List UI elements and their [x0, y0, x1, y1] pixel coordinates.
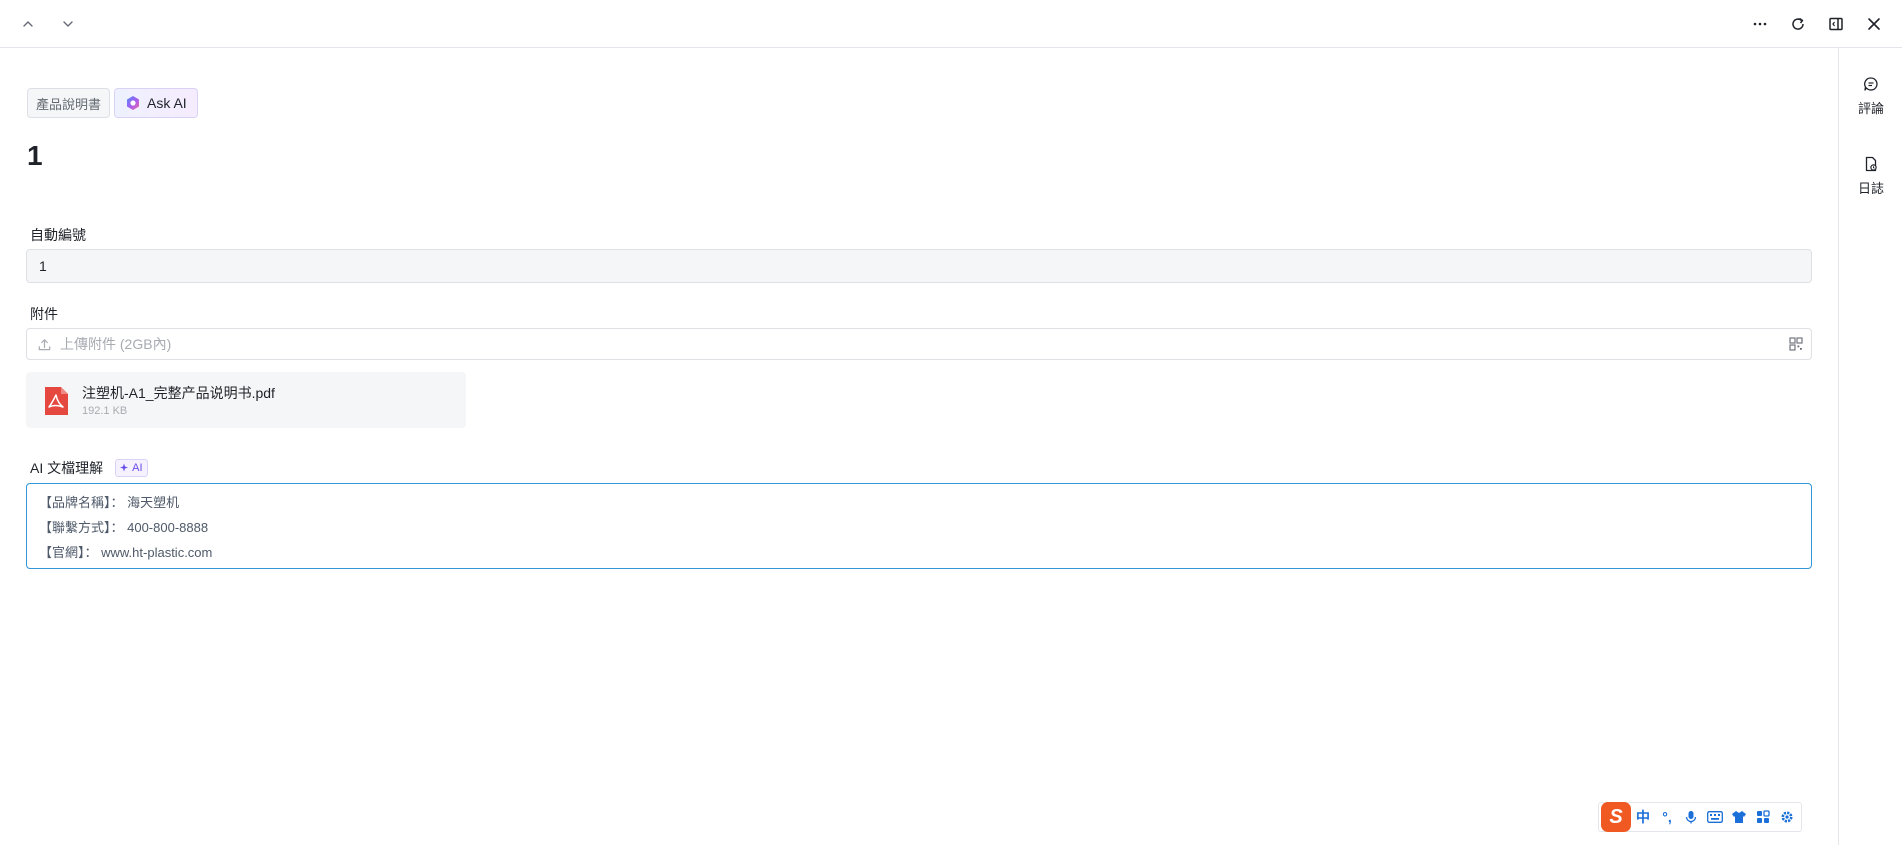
- settings-gear-icon[interactable]: [1775, 805, 1799, 829]
- pdf-file-icon: [45, 387, 68, 415]
- ai-text-line-contact: 【聯繫方式】： 400-800-8888: [39, 520, 209, 535]
- file-size: 192.1 KB: [82, 405, 128, 417]
- qr-grid-icon[interactable]: [1789, 337, 1803, 351]
- sidebar-item-label: 評論: [1857, 101, 1884, 116]
- ai-understanding-label: AI 文檔理解 AI: [30, 458, 148, 478]
- right-sidebar: 評論 日誌: [1838, 48, 1902, 845]
- upload-placeholder: 上傳附件 (2GB內): [60, 336, 172, 352]
- attachment-file-card[interactable]: 注塑机-A1_完整产品说明书.pdf 192.1 KB: [26, 372, 466, 428]
- autonum-field: 1: [26, 249, 1812, 283]
- keyboard-icon[interactable]: [1703, 805, 1727, 829]
- ime-toolbar: S 中 °,: [1598, 802, 1802, 832]
- panel-toggle-icon[interactable]: [1824, 12, 1848, 36]
- attachment-label: 附件: [30, 306, 58, 322]
- ai-text-line-brand: 【品牌名稱】： 海天塑机: [39, 495, 180, 510]
- record-detail: 產品說明書 Ask AI 1 自動編號 1 附件 上傳附件 (2GB內) 注塑机…: [0, 48, 1838, 845]
- sidebar-item-label: 日誌: [1857, 181, 1884, 196]
- autonum-label: 自動編號: [30, 227, 86, 243]
- comment-icon: [1864, 77, 1878, 91]
- more-icon[interactable]: [1748, 12, 1772, 36]
- sidebar-item-comments[interactable]: 評論: [1839, 76, 1902, 136]
- sidebar-item-logs[interactable]: 日誌: [1839, 156, 1902, 216]
- ai-badge-text: AI: [132, 462, 143, 474]
- attachment-upload[interactable]: 上傳附件 (2GB內): [26, 328, 1812, 360]
- ime-lang-toggle[interactable]: 中: [1631, 805, 1655, 829]
- chevron-down-icon[interactable]: [56, 12, 80, 36]
- chevron-up-icon[interactable]: [16, 12, 40, 36]
- microphone-icon[interactable]: [1679, 805, 1703, 829]
- toolbox-grid-icon[interactable]: [1751, 805, 1775, 829]
- ai-understanding-textarea[interactable]: 【品牌名稱】： 海天塑机 【聯繫方式】： 400-800-8888 【官網】： …: [26, 483, 1812, 569]
- ime-logo-icon[interactable]: S: [1601, 802, 1631, 832]
- log-icon: [1865, 156, 1877, 172]
- ai-badge: AI: [115, 459, 148, 477]
- ai-text-line-website: 【官網】： www.ht-plastic.com: [39, 545, 213, 560]
- close-icon[interactable]: [1862, 12, 1886, 36]
- file-name: 注塑机-A1_完整产品说明书.pdf: [82, 385, 275, 401]
- record-title: 1: [27, 140, 43, 171]
- top-bar: [0, 0, 1902, 48]
- document-tag[interactable]: 產品說明書: [27, 88, 111, 118]
- autonum-value: 1: [39, 258, 47, 274]
- ask-ai-button[interactable]: Ask AI: [114, 88, 198, 118]
- refresh-icon[interactable]: [1786, 12, 1810, 36]
- upload-icon: [38, 338, 51, 350]
- sparkle-icon: [120, 463, 129, 472]
- ime-punct-toggle[interactable]: °,: [1655, 805, 1679, 829]
- ai-logo-icon: [127, 96, 139, 110]
- ai-understanding-label-text: AI 文檔理解: [30, 460, 104, 476]
- ask-ai-label: Ask AI: [147, 95, 187, 111]
- skin-shirt-icon[interactable]: [1727, 805, 1751, 829]
